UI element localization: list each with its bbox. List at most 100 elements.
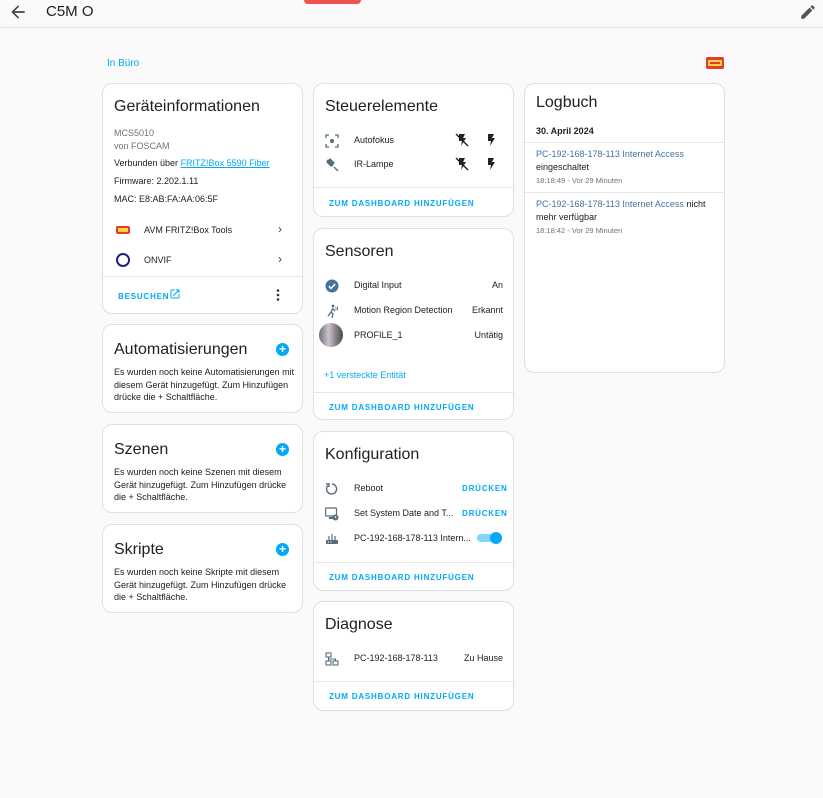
config-row-set-date: Set System Date and T... DRÜCKEN bbox=[314, 505, 513, 523]
config-row-reboot: Reboot DRÜCKEN bbox=[314, 480, 513, 498]
check-circle-icon bbox=[325, 279, 339, 293]
focus-icon bbox=[325, 134, 339, 148]
firmware: Firmware: 2.202.1.11 bbox=[114, 176, 199, 186]
page-title: C5M O bbox=[46, 3, 94, 20]
device-info-card: Geräteinformationen MCS5010 von FOSCAM V… bbox=[102, 83, 303, 314]
divider bbox=[314, 187, 513, 188]
card-title: Automatisierungen bbox=[114, 341, 248, 358]
logbook-entity-link[interactable]: PC-192-168-178-113 Internet Access bbox=[536, 199, 684, 209]
logbook-date: 30. April 2024 bbox=[536, 126, 594, 136]
logbook-entity-link[interactable]: PC-192-168-178-113 Internet Access bbox=[536, 149, 684, 159]
control-label: Autofokus bbox=[354, 135, 395, 145]
controls-card: Steuerelemente Autofokus IR-Lampe ZUM DA… bbox=[313, 83, 514, 217]
config-label: Set System Date and T... bbox=[354, 508, 454, 518]
lan-icon bbox=[325, 652, 339, 666]
control-row-autofocus: Autofokus bbox=[314, 132, 513, 150]
arrow-left-icon[interactable] bbox=[8, 2, 28, 22]
sensors-card: Sensoren Digital Input An Motion Region … bbox=[313, 228, 514, 420]
add-automation-button[interactable]: + bbox=[276, 343, 289, 356]
control-row-ir-lamp: IR-Lampe bbox=[314, 156, 513, 174]
logbook-card: Logbuch 30. April 2024 PC-192-168-178-11… bbox=[524, 83, 725, 373]
diagnostic-row[interactable]: PC-192-168-178-113 Zu Hause bbox=[314, 650, 513, 668]
card-title: Konfiguration bbox=[325, 446, 420, 463]
scripts-card: Skripte + Es wurden noch keine Skripte m… bbox=[102, 524, 303, 613]
integration-label: AVM FRITZ!Box Tools bbox=[144, 225, 233, 235]
config-label: Reboot bbox=[354, 483, 384, 493]
divider bbox=[314, 562, 513, 563]
sensor-label: Motion Region Detection bbox=[354, 305, 453, 315]
onvif-logo-icon bbox=[116, 253, 130, 267]
monitor-clock-icon bbox=[325, 507, 339, 521]
sensor-label: Digital Input bbox=[354, 280, 402, 290]
hidden-entities-link[interactable]: +1 versteckte Entität bbox=[324, 370, 406, 380]
press-button[interactable]: DRÜCKEN bbox=[462, 484, 508, 493]
card-title: Geräteinformationen bbox=[114, 98, 260, 115]
card-title: Skripte bbox=[114, 541, 164, 558]
add-script-button[interactable]: + bbox=[276, 543, 289, 556]
integration-row-fritz[interactable]: AVM FRITZ!Box Tools › bbox=[103, 220, 302, 240]
connected-device-link[interactable]: FRITZ!Box 5590 Fiber bbox=[181, 158, 270, 168]
internet-access-toggle[interactable] bbox=[477, 531, 503, 545]
fritz-logo-icon bbox=[706, 57, 724, 69]
scenes-card: Szenen + Es wurden noch keine Szenen mit… bbox=[102, 424, 303, 513]
sensor-label: PROFILE_1 bbox=[354, 330, 403, 340]
logbook-entry: PC-192-168-178-113 Internet Access einge… bbox=[536, 148, 718, 187]
sensor-value: Erkannt bbox=[471, 305, 503, 315]
diagnostic-label: PC-192-168-178-113 bbox=[354, 653, 438, 663]
divider bbox=[525, 192, 724, 193]
config-label: PC-192-168-178-113 Intern... bbox=[354, 533, 471, 543]
top-app-bar: C5M O bbox=[0, 0, 823, 28]
configuration-card: Konfiguration Reboot DRÜCKEN Set System … bbox=[313, 431, 514, 591]
divider bbox=[314, 392, 513, 393]
logbook-entry: PC-192-168-178-113 Internet Access nicht… bbox=[536, 198, 718, 237]
sensor-row-motion[interactable]: Motion Region Detection Erkannt bbox=[314, 302, 513, 320]
flash-off-icon[interactable] bbox=[455, 133, 469, 147]
empty-text: Es wurden noch keine Skripte mit diesem … bbox=[114, 567, 287, 602]
integration-row-onvif[interactable]: ONVIF › bbox=[103, 250, 302, 270]
sensor-value: Untätig bbox=[474, 330, 503, 340]
card-title: Steuerelemente bbox=[325, 98, 438, 115]
chevron-right-icon: › bbox=[278, 222, 282, 236]
chevron-right-icon: › bbox=[278, 252, 282, 266]
divider bbox=[525, 142, 724, 143]
press-button[interactable]: DRÜCKEN bbox=[462, 509, 508, 518]
card-title: Diagnose bbox=[325, 616, 393, 633]
mac-address: MAC: E8:AB:FA:AA:06:5F bbox=[114, 194, 219, 204]
add-to-dashboard-button[interactable]: ZUM DASHBOARD HINZUFÜGEN bbox=[329, 199, 474, 208]
flash-icon[interactable] bbox=[484, 157, 498, 171]
visit-button[interactable]: BESUCHEN bbox=[118, 292, 169, 301]
motion-icon bbox=[327, 304, 338, 318]
add-to-dashboard-button[interactable]: ZUM DASHBOARD HINZUFÜGEN bbox=[329, 692, 474, 701]
connected-via: Verbunden über FRITZ!Box 5590 Fiber bbox=[114, 158, 270, 168]
add-scene-button[interactable]: + bbox=[276, 443, 289, 456]
add-to-dashboard-button[interactable]: ZUM DASHBOARD HINZUFÜGEN bbox=[329, 403, 474, 412]
notification-indicator bbox=[304, 0, 361, 4]
sensor-row-digital-input[interactable]: Digital Input An bbox=[314, 277, 513, 295]
toggle-knob bbox=[490, 532, 502, 544]
card-title: Sensoren bbox=[325, 243, 394, 260]
divider bbox=[103, 276, 302, 277]
flash-icon[interactable] bbox=[484, 133, 498, 147]
logbook-message: eingeschaltet bbox=[536, 162, 590, 172]
sensor-value: An bbox=[491, 280, 503, 290]
sensor-row-profile[interactable]: PROFILE_1 Untätig bbox=[314, 323, 513, 349]
card-title: Szenen bbox=[114, 441, 169, 458]
automations-card: Automatisierungen + Es wurden noch keine… bbox=[102, 324, 303, 413]
router-icon bbox=[326, 534, 338, 544]
config-row-internet-access: PC-192-168-178-113 Intern... bbox=[314, 530, 513, 548]
empty-text: Es wurden noch keine Automatisierungen m… bbox=[114, 367, 295, 402]
spotlight-icon bbox=[326, 158, 339, 172]
divider bbox=[314, 681, 513, 682]
logbook-time: 18:18:42 - Vor 29 Minuten bbox=[536, 226, 623, 235]
pencil-icon[interactable] bbox=[799, 3, 817, 21]
breadcrumb-area[interactable]: In Büro bbox=[107, 58, 139, 69]
card-title: Logbuch bbox=[536, 94, 598, 111]
empty-text: Es wurden noch keine Szenen mit diesem G… bbox=[114, 467, 287, 502]
more-vertical-icon[interactable] bbox=[271, 288, 285, 302]
diagnostic-value: Zu Hause bbox=[463, 653, 503, 663]
open-in-new-icon[interactable] bbox=[169, 288, 181, 300]
add-to-dashboard-button[interactable]: ZUM DASHBOARD HINZUFÜGEN bbox=[329, 573, 474, 582]
flash-off-icon[interactable] bbox=[455, 157, 469, 171]
restart-icon bbox=[325, 483, 338, 495]
camera-thumbnail-icon bbox=[319, 323, 343, 347]
